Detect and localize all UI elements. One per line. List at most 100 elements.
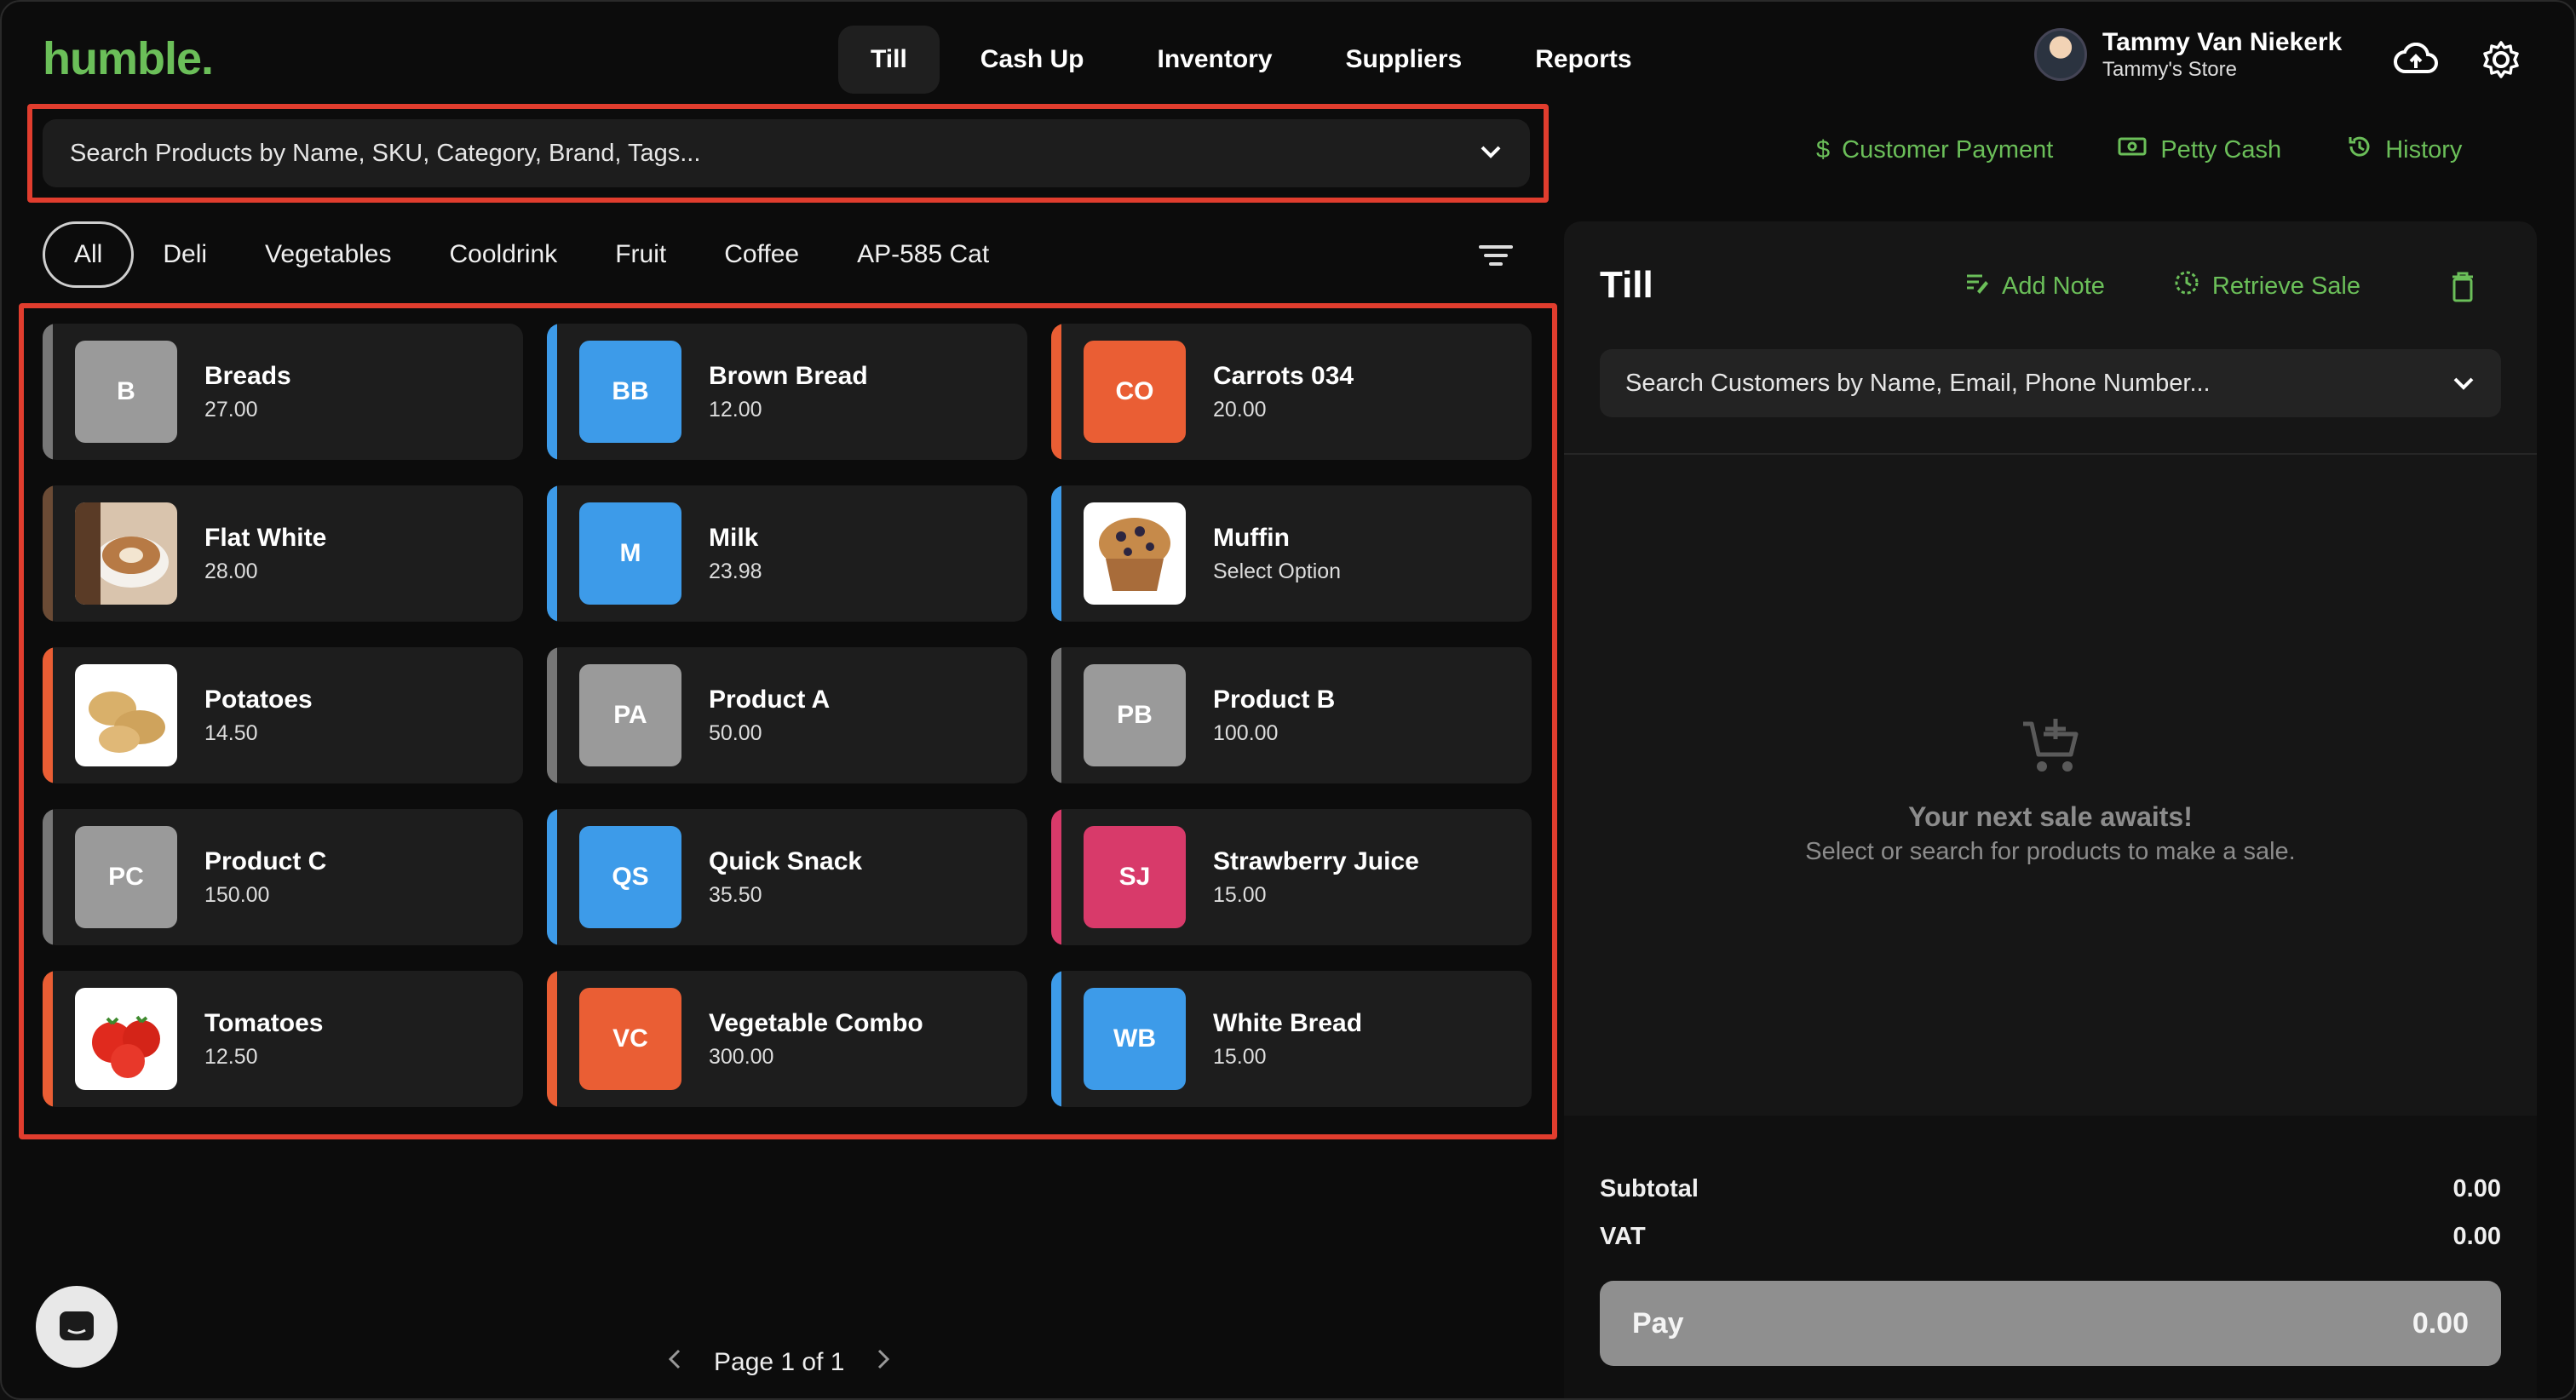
product-image [1084,502,1186,605]
product-name: Product A [709,686,831,714]
product-card[interactable]: PC Product C 150.00 [43,809,523,945]
product-info: Product A 50.00 [709,683,830,748]
product-info: Potatoes 14.50 [204,683,313,748]
category-deli[interactable]: Deli [134,221,236,288]
product-info: Brown Bread 12.00 [709,359,868,424]
category-color-stripe [43,809,53,945]
category-color-stripe [547,324,557,460]
nav-inventory[interactable]: Inventory [1124,26,1304,94]
product-price: 15.00 [1213,1045,1267,1069]
history-icon [2346,133,2373,167]
product-name: White Bread [1213,1009,1363,1037]
product-card[interactable]: VC Vegetable Combo 300.00 [547,971,1027,1107]
product-initials: QS [579,826,681,928]
product-price: 35.50 [709,883,762,907]
product-card[interactable]: Flat White 28.00 [43,485,523,622]
nav-reports[interactable]: Reports [1503,26,1664,94]
empty-cart-subtitle: Select or search for products to make a … [1805,838,2296,865]
product-name: Tomatoes [204,1009,324,1037]
pay-label: Pay [1632,1306,1684,1340]
product-price: 15.00 [1213,883,1267,907]
category-coffee[interactable]: Coffee [695,221,828,288]
cloud-upload-icon[interactable] [2392,36,2440,83]
product-price: 14.50 [204,721,258,745]
chevron-down-icon[interactable] [2452,370,2475,398]
sort-icon[interactable] [1474,237,1518,274]
customer-payment-button[interactable]: $ Customer Payment [1816,133,2053,167]
product-price: Select Option [1213,559,1342,583]
product-name: Product B [1213,686,1336,714]
product-initials: B [75,341,177,443]
product-name: Flat White [204,524,327,552]
product-card[interactable]: PA Product A 50.00 [547,647,1027,783]
product-card[interactable]: M Milk 23.98 [547,485,1027,622]
add-note-button[interactable]: Add Note [1964,269,2105,303]
store-name: Tammy's Store [2102,58,2237,81]
product-search-placeholder: Search Products by Name, SKU, Category, … [70,139,701,167]
product-image [75,664,177,766]
chevron-right-icon[interactable] [875,1347,892,1378]
retrieve-sale-button[interactable]: Retrieve Sale [2173,269,2360,303]
product-name: Carrots 034 [1213,362,1354,390]
product-image [75,988,177,1090]
product-name: Product C [204,847,327,875]
product-card[interactable]: QS Quick Snack 35.50 [547,809,1027,945]
petty-cash-label: Petty Cash [2160,135,2282,164]
trash-icon[interactable] [2450,271,2475,307]
dollar-icon: $ [1816,135,1831,164]
chevron-left-icon[interactable] [666,1347,683,1378]
product-name: Strawberry Juice [1213,847,1419,875]
category-fruit[interactable]: Fruit [586,221,695,288]
product-info: Tomatoes 12.50 [204,1007,323,1071]
product-initials: M [579,502,681,605]
chevron-down-icon[interactable] [1479,144,1503,164]
nav-till[interactable]: Till [838,26,940,94]
gear-icon[interactable] [2477,36,2525,83]
product-card[interactable]: Potatoes 14.50 [43,647,523,783]
product-grid: B Breads 27.00 BB Brown Bread 12.00 CO Carrots … [43,324,1532,1107]
product-card[interactable]: PB Product B 100.00 [1051,647,1532,783]
product-name: Potatoes [204,686,313,714]
petty-cash-button[interactable]: Petty Cash [2118,133,2281,167]
product-info: Product B 100.00 [1213,683,1335,748]
till-quick-actions: $ Customer Payment Petty Cash History [1816,133,2462,167]
product-name: Breads [204,362,291,390]
user-menu[interactable]: Tammy Van Niekerk Tammy's Store [2034,27,2342,82]
product-card[interactable]: BB Brown Bread 12.00 [547,324,1027,460]
empty-cart-title: Your next sale awaits! [1908,801,2193,832]
category-color-stripe [1051,971,1061,1107]
product-card[interactable]: Tomatoes 12.50 [43,971,523,1107]
product-name: Quick Snack [709,847,863,875]
product-card[interactable]: Muffin Select Option [1051,485,1532,622]
chat-support-button[interactable] [36,1286,118,1368]
product-initials: SJ [1084,826,1186,928]
category-color-stripe [1051,809,1061,945]
product-card[interactable]: CO Carrots 034 20.00 [1051,324,1532,460]
product-info: Product C 150.00 [204,845,326,909]
product-info: Muffin Select Option [1213,521,1341,586]
product-initials: PB [1084,664,1186,766]
product-search-input[interactable]: Search Products by Name, SKU, Category, … [43,119,1530,187]
category-color-stripe [43,647,53,783]
category-vegetables[interactable]: Vegetables [236,221,420,288]
pay-button[interactable]: Pay 0.00 [1600,1281,2501,1366]
category-cooldrink[interactable]: Cooldrink [421,221,587,288]
product-card[interactable]: B Breads 27.00 [43,324,523,460]
customer-search-input[interactable]: Search Customers by Name, Email, Phone N… [1600,349,2501,417]
product-info: White Bread 15.00 [1213,1007,1362,1071]
product-price: 12.00 [709,398,762,422]
category-ap-585-cat[interactable]: AP-585 Cat [828,221,1018,288]
history-button[interactable]: History [2346,133,2462,167]
category-all[interactable]: All [43,221,135,288]
humble-logo[interactable]: humble. [43,32,214,85]
page-indicator: Page 1 of 1 [714,1348,845,1376]
product-initials: PA [579,664,681,766]
product-card[interactable]: WB White Bread 15.00 [1051,971,1532,1107]
product-info: Quick Snack 35.50 [709,845,862,909]
nav-cash-up[interactable]: Cash Up [948,26,1117,94]
product-card[interactable]: SJ Strawberry Juice 15.00 [1051,809,1532,945]
nav-suppliers[interactable]: Suppliers [1314,26,1495,94]
product-initials: PC [75,826,177,928]
product-price: 20.00 [1213,398,1267,422]
category-color-stripe [43,324,53,460]
